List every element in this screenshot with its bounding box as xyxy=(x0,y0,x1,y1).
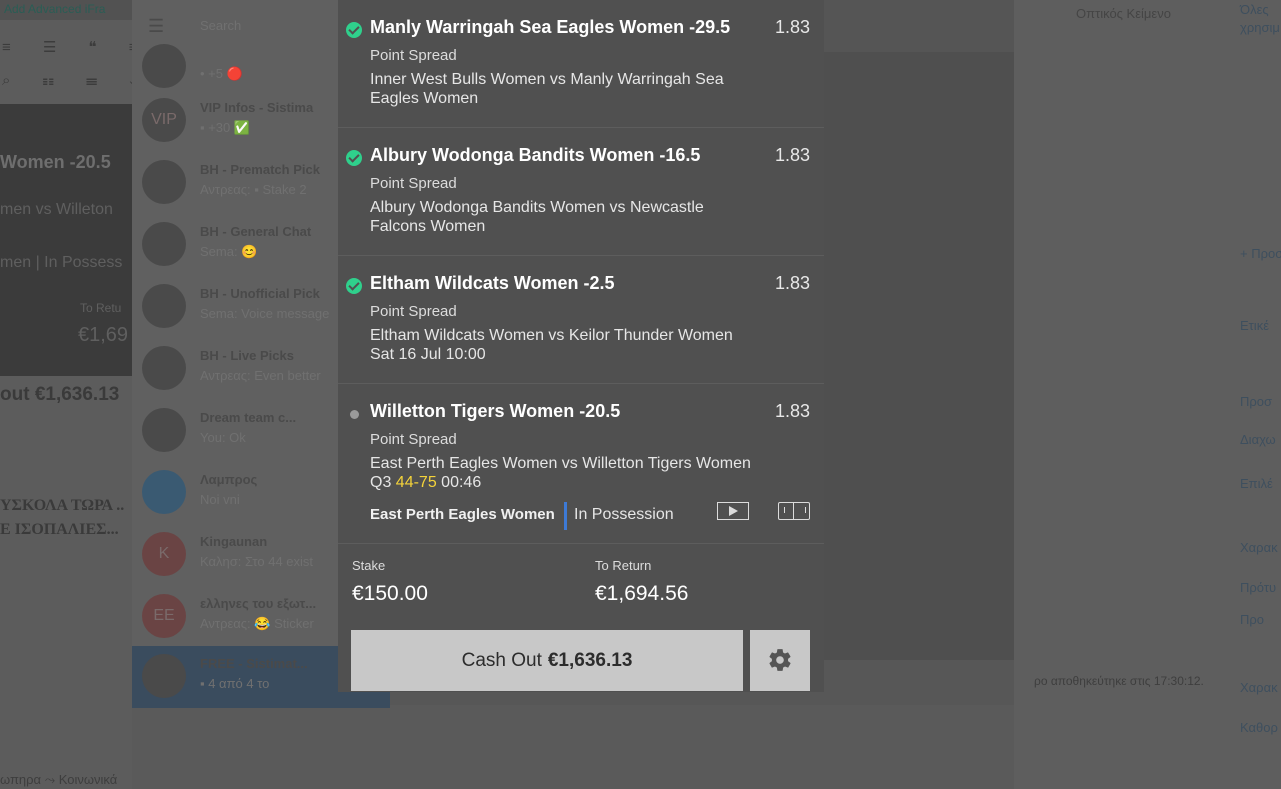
selection-title: Albury Wodonga Bandits Women -16.5 xyxy=(370,145,701,165)
check-circle-icon xyxy=(346,278,362,294)
selection-market: Point Spread xyxy=(370,47,457,64)
selection-event: Inner West Bulls Women vs Manly Warringa… xyxy=(370,70,770,108)
live-score-line: Q3 44-75 00:46 xyxy=(370,473,770,492)
event-line: Sat 16 Jul 10:00 xyxy=(370,346,486,363)
background-bet-card: Women -20.5 men vs Willeton men | In Pos… xyxy=(0,104,132,376)
selection-market: Point Spread xyxy=(370,175,457,192)
event-line: Falcons Women xyxy=(370,218,486,235)
selection-item[interactable]: Eltham Wildcats Women -2.5 1.83 Point Sp… xyxy=(338,256,824,384)
background-card-line: men vs Willeton xyxy=(0,201,113,218)
bet-totals: Stake €150.00 To Return €1,694.56 xyxy=(338,543,824,624)
stake-label: Stake xyxy=(352,558,386,573)
avatar xyxy=(142,408,186,452)
to-return-value: €1,694.56 xyxy=(595,582,689,605)
selection-odds: 1.83 xyxy=(774,17,810,37)
selection-title: Eltham Wildcats Women -2.5 xyxy=(370,273,615,293)
selection-item[interactable]: Manly Warringah Sea Eagles Women -29.5 1… xyxy=(338,0,824,128)
possession-label: In Possession xyxy=(574,506,674,523)
selection-title: Manly Warringah Sea Eagles Women -29.5 xyxy=(370,17,731,37)
event-line: Eltham Wildcats Women vs Keilor Thunder … xyxy=(370,327,733,344)
autosave-status: ρο αποθηκεύτηκε στις 17:30:12. xyxy=(1034,674,1204,688)
selection-odds: 1.83 xyxy=(774,401,810,421)
cash-out-label: Cash Out xyxy=(461,650,542,671)
check-circle-icon xyxy=(346,22,362,38)
panel-label: Προ xyxy=(1240,612,1265,627)
background-card-label: To Retu xyxy=(80,301,122,315)
background-bottom-bar: ωπηρα ⤳ Κοινωνικά xyxy=(0,772,118,787)
selection-item[interactable]: Albury Wodonga Bandits Women -16.5 1.83 … xyxy=(338,128,824,256)
bet-slip: Manly Warringah Sea Eagles Women -29.5 1… xyxy=(338,0,824,692)
selection-market: Point Spread xyxy=(370,303,457,320)
cash-out-button[interactable]: Cash Out €1,636.13 xyxy=(351,630,743,691)
avatar xyxy=(142,284,186,328)
avatar xyxy=(142,654,186,698)
avatar xyxy=(142,160,186,204)
selection-event: Albury Wodonga Bandits Women vs Newcastl… xyxy=(370,198,770,236)
event-line: Albury Wodonga Bandits Women vs Newcastl… xyxy=(370,199,704,216)
selection-event: East Perth Eagles Women vs Willetton Tig… xyxy=(370,454,770,492)
background-card-value: €1,69 xyxy=(78,324,129,346)
stake-value: €150.00 xyxy=(352,582,428,605)
editor-toolbar: ≡ ☰ ❝ ≡ ☰ xyxy=(2,39,134,56)
panel-label: Ετικέ xyxy=(1240,318,1269,333)
possession-row: East Perth Eagles Women In Possession xyxy=(370,502,810,530)
panel-label: Όλες xyxy=(1240,2,1269,17)
background-post-line: Ε ΙΣΟΠΑΛΙΕΣ... xyxy=(0,521,119,538)
editor-panel: Add Advanced iFra ≡ ☰ ❝ ≡ ☰ ⌕ ☷ ☰ ↶ ↷ Wo… xyxy=(0,0,136,789)
avatar: VIP xyxy=(142,98,186,142)
avatar xyxy=(142,44,186,88)
possession-indicator xyxy=(564,502,567,530)
panel-link: Καθορ xyxy=(1240,720,1278,735)
match-clock: 00:46 xyxy=(441,474,482,491)
pending-dot-icon xyxy=(350,410,359,419)
court-icon[interactable] xyxy=(778,502,810,520)
panel-label: Διαχω xyxy=(1240,432,1276,447)
selection-item-live[interactable]: Willetton Tigers Women -20.5 1.83 Point … xyxy=(338,384,824,542)
selection-title: Willetton Tigers Women -20.5 xyxy=(370,401,621,421)
check-circle-icon xyxy=(346,150,362,166)
panel-label: Χαρακ xyxy=(1240,540,1278,555)
background-post-text: ΥΣΚΟΛΑ ΤΩΡΑ .. Ε ΙΣΟΠΑΛΙΕΣ... xyxy=(0,494,124,542)
gear-icon xyxy=(769,649,791,671)
right-settings-panel: Οπτικός Κείμενο Όλες χρησιμ + Προσ Ετικέ… xyxy=(1014,0,1281,789)
selection-event: Eltham Wildcats Women vs Keilor Thunder … xyxy=(370,326,770,364)
avatar: EE xyxy=(142,594,186,638)
to-return-label: To Return xyxy=(595,558,652,573)
background-cashout-text: out €1,636.13 xyxy=(0,384,120,405)
panel-label: χρησιμ xyxy=(1240,20,1280,35)
background-card-line: men | In Possess xyxy=(0,254,123,271)
cash-out-amount: €1,636.13 xyxy=(547,650,633,671)
menu-icon: ☰ xyxy=(148,16,165,36)
background-post-line: ΥΣΚΟΛΑ ΤΩΡΑ .. xyxy=(0,497,125,514)
panel-link: Επιλέ xyxy=(1240,476,1273,491)
event-line: East Perth Eagles Women vs Willetton Tig… xyxy=(370,455,751,472)
background-card-title: Women -20.5 xyxy=(0,152,111,172)
match-period: Q3 xyxy=(370,474,392,491)
avatar xyxy=(142,346,186,390)
play-video-icon[interactable] xyxy=(717,502,749,520)
selection-odds: 1.83 xyxy=(774,145,810,165)
avatar: K xyxy=(142,532,186,576)
panel-link: + Προσ xyxy=(1240,246,1281,261)
event-line: Inner West Bulls Women vs Manly Warringa… xyxy=(370,71,724,88)
event-line: Eagles Women xyxy=(370,90,479,107)
cash-out-settings-button[interactable] xyxy=(750,630,810,691)
selection-market: Point Spread xyxy=(370,431,457,448)
editor-top-link: Add Advanced iFra xyxy=(0,0,136,20)
panel-label: Πρότυ xyxy=(1240,580,1277,595)
editor-mode-tabs: Οπτικός Κείμενο xyxy=(1076,6,1171,21)
avatar xyxy=(142,222,186,266)
possession-team: East Perth Eagles Women xyxy=(370,506,555,523)
selection-odds: 1.83 xyxy=(774,273,810,293)
panel-label: Χαρακ xyxy=(1240,680,1278,695)
editor-toolbar-2: ⌕ ☷ ☰ ↶ ↷ xyxy=(2,72,134,89)
panel-label: Προσ xyxy=(1240,394,1273,409)
search-input: Search xyxy=(200,18,242,33)
avatar xyxy=(142,470,186,514)
match-score: 44-75 xyxy=(395,474,437,491)
